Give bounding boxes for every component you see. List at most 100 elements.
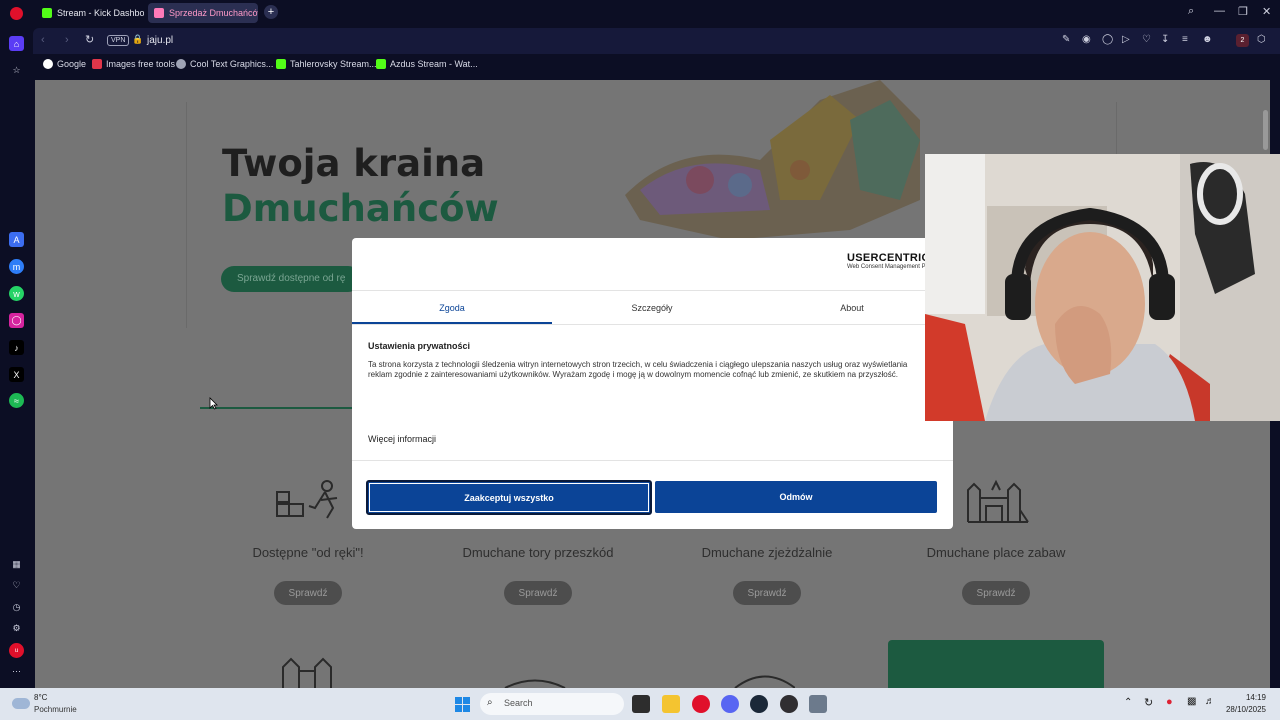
tab-sprzedaz[interactable]: Sprzedaż Dmuchańców -: [148, 3, 258, 23]
hero-underline: [200, 407, 352, 409]
player-icon[interactable]: ▷: [1122, 34, 1130, 45]
more-info-link[interactable]: Więcej informacji: [368, 434, 436, 444]
bookmark-images-free-tools[interactable]: Images free tools: [92, 59, 175, 69]
privacy-body-text: Ta strona korzysta z technologii śledzen…: [368, 360, 908, 379]
address-bar: ‹ › ↻ VPN 🔒 jaju.pl ✎ ◉ ◯ ▷ ♡ ↧ ≡ ☻ 2 ⬡: [33, 28, 1280, 54]
bookmark-cool-text[interactable]: Cool Text Graphics...: [176, 59, 273, 69]
clock-time[interactable]: 14:19: [1226, 693, 1266, 702]
footer-divider: [352, 460, 953, 461]
tray-chevron-icon[interactable]: ⌃: [1124, 697, 1132, 708]
category-label-playgrounds: Dmuchane place zabaw: [926, 545, 1066, 560]
bookmark-label: Tahlerovsky Stream...: [290, 59, 377, 69]
promo-card[interactable]: [888, 640, 1104, 688]
bouncy-castle-icon: [967, 479, 1029, 523]
extension-badge-icon[interactable]: 2: [1236, 34, 1249, 47]
file-explorer-icon[interactable]: [662, 695, 680, 713]
tray-volume-icon[interactable]: ♬: [1205, 696, 1215, 707]
bookmark-label: Google: [57, 59, 87, 69]
back-icon[interactable]: ‹: [41, 34, 45, 46]
privacy-heading: Ustawienia prywatności: [368, 341, 471, 351]
opera-taskbar-icon[interactable]: [692, 695, 710, 713]
check-available-button[interactable]: Sprawdź: [274, 581, 342, 605]
obs-icon[interactable]: [780, 695, 798, 713]
snapshot-icon[interactable]: ✎: [1062, 34, 1070, 45]
bookmarks-bar: Google Images free tools Cool Text Graph…: [33, 56, 1280, 76]
history-clock-icon[interactable]: ◷: [9, 600, 24, 615]
app-window-icon[interactable]: [809, 695, 827, 713]
tray-display-icon[interactable]: ▩: [1187, 696, 1196, 707]
check-obstacle-button[interactable]: Sprawdź: [504, 581, 572, 605]
bottom-row-icons: [282, 657, 795, 688]
adblock-icon[interactable]: u: [9, 643, 24, 658]
reload-icon[interactable]: ↻: [85, 33, 94, 46]
bookmark-label: Images free tools: [106, 59, 176, 69]
usercentrics-logo: USERCENTRIC Web Consent Management Platf: [847, 252, 934, 270]
minimize-button[interactable]: —: [1214, 5, 1225, 17]
tab-details[interactable]: Szczegóły: [552, 292, 752, 324]
browser-tab-bar: Stream - Kick Dashboard Sprzedaż Dmuchań…: [0, 0, 1280, 26]
task-view-icon[interactable]: [632, 695, 650, 713]
weather-cloud-icon[interactable]: [12, 698, 30, 709]
hero-cta-button[interactable]: Sprawdź dostępne od rę: [221, 266, 361, 292]
easy-setup-icon[interactable]: ≡: [1182, 34, 1188, 45]
windows-taskbar: 8°C Pochmurnie ⌕ Search ⌃ ↻ ● ▩ ♬ 14:19 …: [0, 688, 1280, 720]
url-input[interactable]: jaju.pl: [147, 35, 173, 46]
more-options-icon[interactable]: ⋯: [9, 664, 24, 679]
opera-logo-icon[interactable]: [10, 7, 23, 20]
taskbar-search-box[interactable]: ⌕ Search: [480, 693, 624, 715]
scrollbar[interactable]: [1263, 110, 1268, 150]
tiktok-icon[interactable]: ♪: [9, 340, 24, 355]
vpn-badge[interactable]: VPN: [107, 35, 130, 46]
search-icon: ⌕: [487, 697, 493, 708]
browser-sidebar: ⌂ ☆ A m w ◯ ♪ X ≈ ▦ ♡ ◷ ⚙ u ⋯: [0, 26, 33, 688]
tab-consent[interactable]: Zgoda: [352, 292, 552, 324]
maximize-button[interactable]: ❐: [1238, 5, 1248, 18]
windows-start-icon[interactable]: [455, 697, 470, 712]
check-playgrounds-button[interactable]: Sprawdź: [962, 581, 1030, 605]
home-icon[interactable]: ⌂: [9, 36, 24, 51]
cooltext-icon: [176, 59, 186, 69]
forward-icon[interactable]: ›: [65, 34, 69, 46]
kick-icon: [42, 8, 52, 18]
tray-mic-icon[interactable]: ●: [1166, 696, 1173, 708]
camera-icon[interactable]: ◉: [1082, 34, 1091, 45]
whatsapp-icon[interactable]: w: [9, 286, 24, 301]
close-window-button[interactable]: ✕: [1262, 5, 1271, 18]
bookmark-heart-icon[interactable]: ♡: [1142, 34, 1151, 45]
download-icon[interactable]: ↧: [1161, 34, 1169, 45]
discord-icon[interactable]: [721, 695, 739, 713]
bookmark-tahlerovsky[interactable]: Tahlerovsky Stream...: [276, 59, 377, 69]
clock-date[interactable]: 28/10/2025: [1222, 705, 1266, 714]
settings-gear-icon[interactable]: ⚙: [9, 621, 24, 636]
instagram-icon[interactable]: ◯: [9, 313, 24, 328]
favorites-heart-icon[interactable]: ♡: [9, 578, 24, 593]
tray-sync-icon[interactable]: ↻: [1144, 696, 1153, 709]
messenger-icon[interactable]: m: [9, 259, 24, 274]
brand-subtitle: Web Consent Management Platf: [847, 264, 934, 270]
images-tool-icon: [92, 59, 102, 69]
pinboard-icon[interactable]: ☆: [9, 63, 24, 78]
tabs-divider: [352, 324, 953, 325]
new-tab-button[interactable]: +: [264, 5, 278, 19]
workspaces-icon[interactable]: ▦: [9, 557, 24, 572]
spotify-icon[interactable]: ≈: [9, 393, 24, 408]
steam-icon[interactable]: [750, 695, 768, 713]
aria-ai-icon[interactable]: A: [9, 232, 24, 247]
profile-icon[interactable]: ☻: [1202, 34, 1213, 45]
webcam-overlay: [925, 154, 1280, 421]
tab-about[interactable]: About: [752, 292, 952, 324]
bookmark-azdus[interactable]: Azdus Stream - Wat...: [376, 59, 478, 69]
accept-all-button[interactable]: Zaakceptuj wszystko: [366, 480, 652, 515]
shield-icon[interactable]: ◯: [1102, 34, 1113, 45]
search-placeholder: Search: [504, 698, 533, 708]
bookmark-google[interactable]: Google: [43, 59, 86, 69]
check-slides-button[interactable]: Sprawdź: [733, 581, 801, 605]
extensions-cube-icon[interactable]: ⬡: [1257, 34, 1266, 45]
hero-divider-left: [186, 102, 187, 328]
deny-button[interactable]: Odmów: [655, 481, 937, 513]
tab-kick-dashboard[interactable]: Stream - Kick Dashboard: [36, 3, 144, 23]
mouse-cursor-icon: [209, 397, 218, 410]
x-twitter-icon[interactable]: X: [9, 367, 24, 382]
search-tabs-icon[interactable]: ⌕: [1188, 5, 1194, 18]
bookmark-label: Azdus Stream - Wat...: [390, 59, 478, 69]
